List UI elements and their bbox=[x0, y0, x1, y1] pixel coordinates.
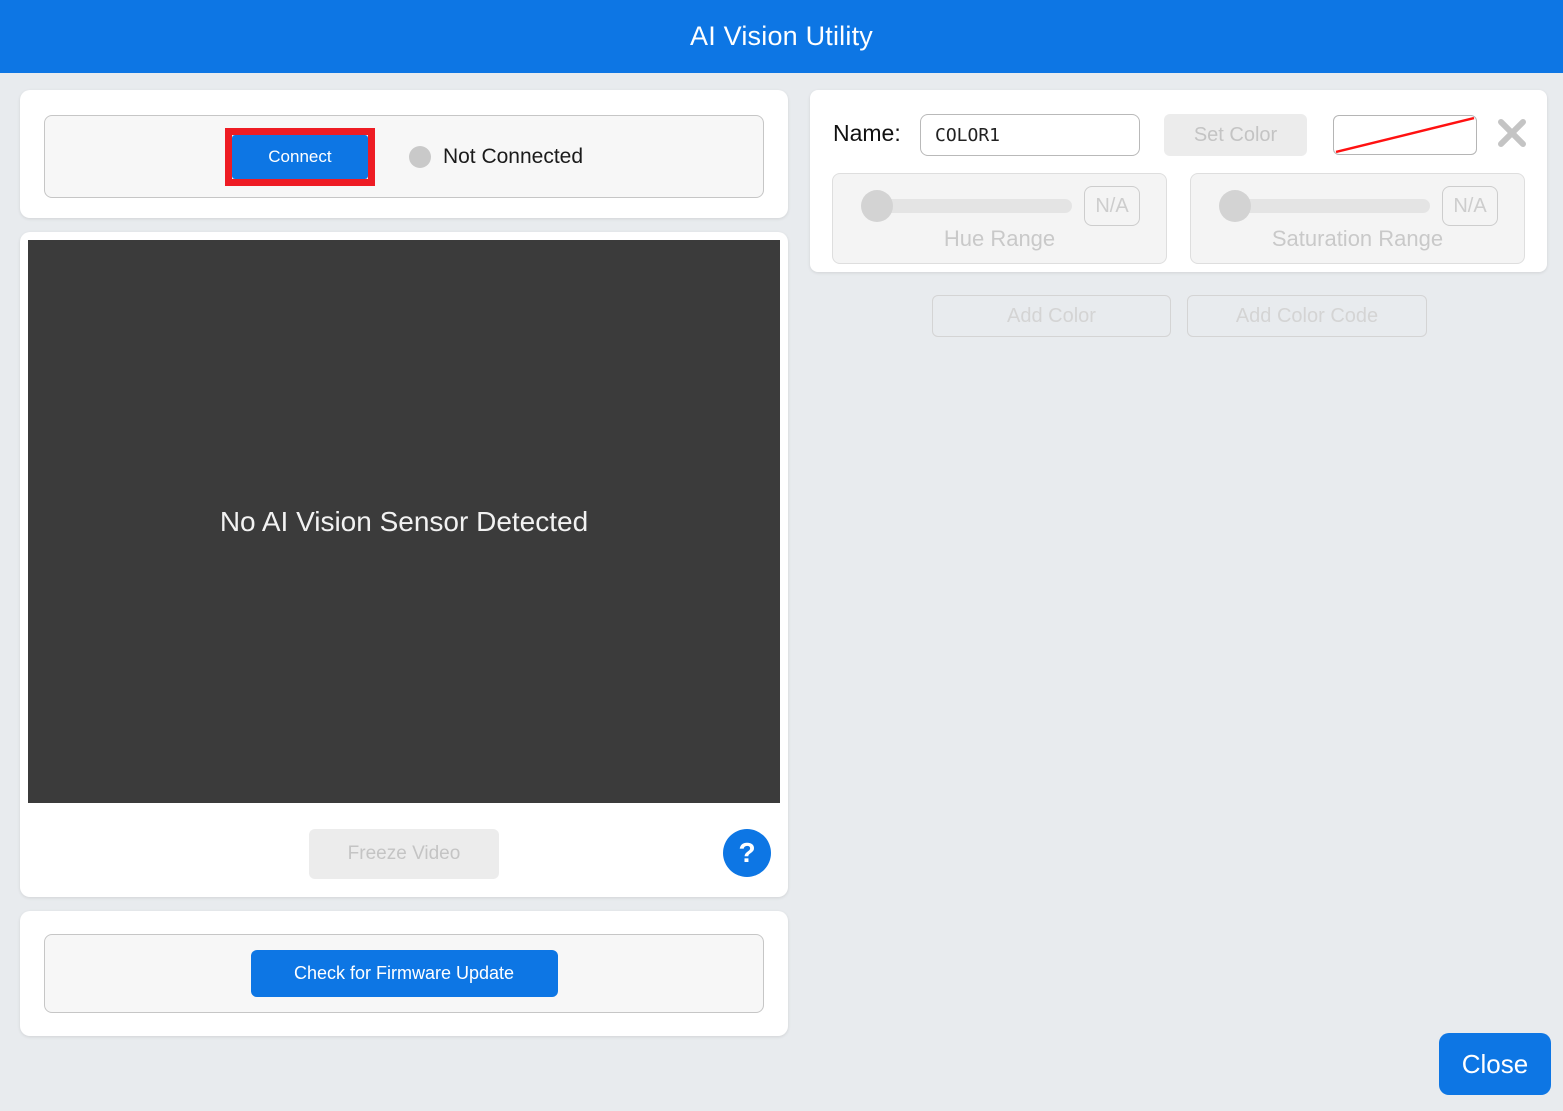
color-swatch[interactable] bbox=[1333, 115, 1477, 155]
status-label: Not Connected bbox=[442, 144, 584, 168]
freeze-video-button[interactable]: Freeze Video bbox=[309, 829, 499, 879]
check-firmware-button[interactable]: Check for Firmware Update bbox=[250, 950, 558, 997]
hue-slider-track[interactable] bbox=[877, 199, 1072, 213]
page-title: AI Vision Utility bbox=[690, 21, 873, 51]
set-color-button[interactable]: Set Color bbox=[1164, 114, 1307, 156]
connection-status: Not Connected bbox=[408, 144, 584, 169]
hue-value-badge: N/A bbox=[1084, 186, 1140, 226]
saturation-slider[interactable]: N/A bbox=[1191, 186, 1524, 226]
no-sensor-message: No AI Vision Sensor Detected bbox=[219, 505, 589, 537]
color-name-input[interactable] bbox=[920, 114, 1140, 156]
video-preview: No AI Vision Sensor Detected bbox=[28, 240, 780, 803]
video-toolbar: Freeze Video ? bbox=[20, 803, 788, 897]
status-dot-icon bbox=[408, 145, 431, 168]
close-icon bbox=[1498, 119, 1526, 147]
question-mark-icon: ? bbox=[738, 837, 756, 868]
saturation-value-badge: N/A bbox=[1442, 186, 1498, 226]
saturation-slider-handle[interactable] bbox=[1219, 190, 1251, 222]
video-card: No AI Vision Sensor Detected Freeze Vide… bbox=[20, 232, 788, 897]
hue-range-label: Hue Range bbox=[943, 226, 1056, 251]
connection-panel: Connect Not Connected bbox=[44, 115, 764, 198]
name-label: Name: bbox=[833, 120, 901, 146]
connect-button[interactable]: Connect bbox=[231, 134, 368, 179]
hue-slider-handle[interactable] bbox=[861, 190, 893, 222]
no-color-line-icon bbox=[1335, 116, 1475, 154]
firmware-card: Check for Firmware Update bbox=[20, 911, 788, 1036]
hue-slider[interactable]: N/A bbox=[833, 186, 1166, 226]
saturation-slider-track[interactable] bbox=[1235, 199, 1430, 213]
help-button[interactable]: ? bbox=[723, 829, 771, 877]
saturation-range-label: Saturation Range bbox=[1271, 226, 1444, 251]
remove-color-button[interactable] bbox=[1496, 118, 1528, 150]
firmware-panel: Check for Firmware Update bbox=[44, 934, 764, 1013]
connection-card: Connect Not Connected bbox=[20, 90, 788, 218]
color-editor-card: Name: Set Color N/A Hue Range N/A Satura… bbox=[810, 90, 1547, 272]
hue-range-panel: N/A Hue Range bbox=[832, 173, 1167, 264]
annotation-highlight: Connect bbox=[224, 127, 375, 186]
add-color-code-button[interactable]: Add Color Code bbox=[1187, 295, 1427, 337]
add-color-button[interactable]: Add Color bbox=[932, 295, 1171, 337]
close-button[interactable]: Close bbox=[1439, 1033, 1551, 1095]
saturation-range-panel: N/A Saturation Range bbox=[1190, 173, 1525, 264]
title-bar: AI Vision Utility bbox=[0, 0, 1563, 73]
